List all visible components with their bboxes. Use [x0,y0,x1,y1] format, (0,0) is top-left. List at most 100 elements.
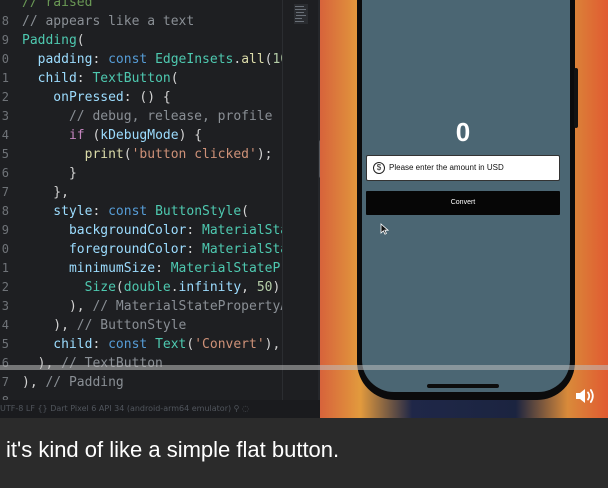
convert-button[interactable]: Convert [366,191,560,215]
line-number: 6 [1,356,9,370]
code-token: , [241,280,257,295]
amount-input[interactable]: $ Please enter the amount in USD [366,155,560,181]
code-token: // debug, release, profile [22,109,273,124]
code-token: : [155,261,171,276]
code-text: // debug, release, profile [22,107,273,126]
line-number: 8 [0,392,9,400]
code-token: if [22,128,93,143]
code-token: const [108,337,156,352]
code-token: ( [76,33,85,48]
code-token: ), [22,318,77,333]
code-token: child [22,337,93,352]
code-token: ( [170,71,179,86]
code-token: const [108,204,156,219]
code-token: Size [22,280,116,295]
counter-text: 0 [455,117,471,147]
code-token: }, [22,185,69,200]
video-progress-bar[interactable] [0,365,608,370]
line-number: 2 [1,90,9,104]
code-token: : [186,242,203,257]
code-token: kDebugMode [100,128,179,143]
phone-side-button [574,68,578,128]
code-token: . [170,280,179,295]
code-token: : [92,52,109,67]
line-number: 5 [1,337,9,351]
line-number: 6 [1,166,9,180]
line-number: 5 [1,147,9,161]
code-token: ); [256,147,273,162]
code-token: child [22,71,77,86]
code-token: all [241,52,265,67]
code-token: Text [155,337,187,352]
code-token: padding [22,52,93,67]
code-text: foregroundColor: MaterialStat [22,240,296,259]
code-token: MaterialStatePro [170,261,296,276]
code-token: ( [241,204,249,219]
code-text: style: const ButtonStyle( [22,202,249,221]
code-token: 50 [256,280,273,295]
code-token: : [186,223,203,238]
code-text: }, [22,183,69,202]
code-text: padding: const EdgeInsets.all(10. [22,50,296,69]
code-token: 'button clicked' [131,147,257,162]
home-indicator [427,384,499,388]
code-text: minimumSize: MaterialStatePro [22,259,296,278]
code-text: ), // MaterialStatePropertyA [22,297,288,316]
minimap-thumbnail [294,4,308,24]
code-token: onPressed [22,90,124,105]
code-editor[interactable]: // raised 8 // appears like a text 9 Padding… [0,0,320,400]
code-token: ), [264,337,281,352]
code-token: double [123,280,171,295]
code-token: // Padding [45,375,124,390]
code-token: foregroundColor [22,242,187,257]
code-token: const [108,52,156,67]
minimap[interactable] [282,0,321,400]
code-text: ), // ButtonStyle [22,316,186,335]
line-number: 3 [1,299,9,313]
line-number: 1 [1,71,9,85]
volume-icon[interactable] [574,386,596,406]
amount-input-placeholder: Please enter the amount in USD [389,163,504,172]
code-text: backgroundColor: MaterialStat [22,221,296,240]
code-token: TextButton [92,71,171,86]
line-number: 0 [1,52,9,66]
code-token: backgroundColor [22,223,187,238]
code-token: ButtonStyle [155,204,242,219]
code-token: : [92,337,109,352]
code-token: print [22,147,124,162]
code-text: ), // TextButton [22,354,163,373]
code-text: child: const Text('Convert'), [22,335,280,354]
line-number: 3 [1,109,9,123]
code-text: ), // Padding [22,373,124,392]
line-number: 4 [1,318,9,332]
code-token: // MaterialStatePropertyA [92,299,289,314]
code-token: ( [115,280,124,295]
line-number: 0 [1,242,9,256]
code-text: Size(double.infinity, 50), [22,278,289,297]
code-token: ( [123,147,132,162]
code-token: ), [22,299,93,314]
code-text: // raised [22,0,92,12]
code-text: // appears like a text [22,12,194,31]
editor-status-bar: UTF-8 LF {} Dart Pixel 6 API 34 (android… [0,400,320,418]
code-token: style [22,204,93,219]
code-token: ( [264,52,273,67]
code-token: minimumSize [22,261,156,276]
mouse-cursor-icon [380,223,389,235]
code-token: : [92,204,109,219]
code-token: // ButtonStyle [76,318,187,333]
code-token: : [76,71,93,86]
code-token: ) { [178,128,203,143]
code-token: // raised [22,0,93,10]
line-number: 8 [1,14,9,28]
dollar-circle-icon: $ [373,162,385,174]
code-token: : () { [123,90,171,105]
code-token: } [22,166,77,181]
line-number: 1 [1,261,9,275]
code-text: if (kDebugMode) { [22,126,202,145]
line-number: 4 [1,128,9,142]
code-token: . [233,52,242,67]
code-token: // appears like a text [22,14,195,29]
line-number: 7 [1,185,9,199]
code-token: 'Convert' [194,337,265,352]
